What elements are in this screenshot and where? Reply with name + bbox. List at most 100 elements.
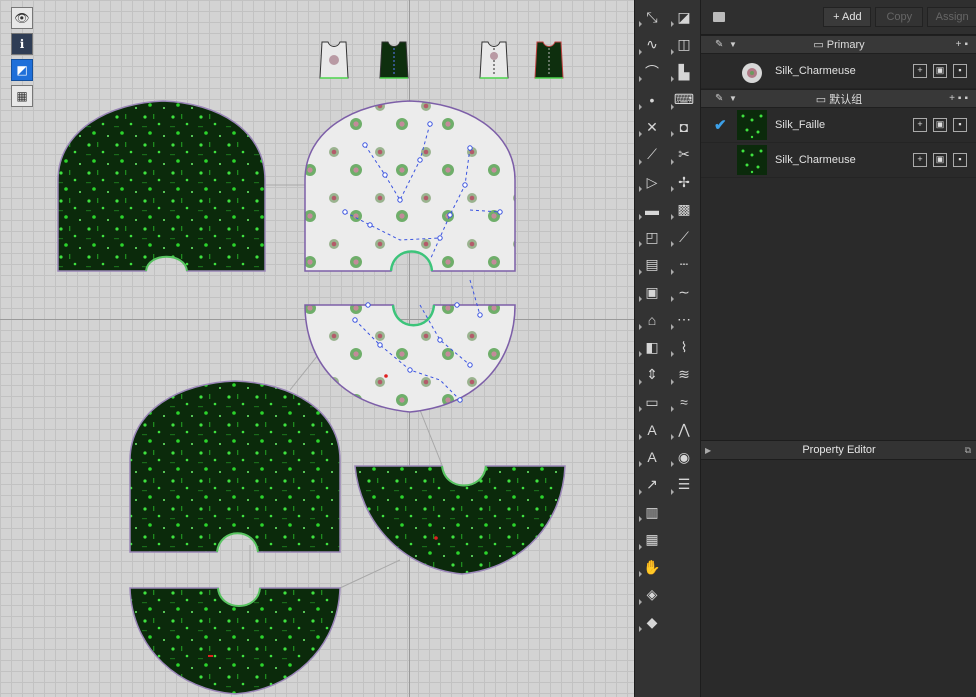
curve-line-icon[interactable]: ∼ bbox=[671, 279, 697, 305]
info-icon[interactable]: ℹ bbox=[11, 33, 33, 55]
add-icon[interactable]: + bbox=[913, 118, 927, 132]
copy-button[interactable]: Copy bbox=[875, 7, 924, 27]
group-actions[interactable]: +▪ bbox=[956, 39, 971, 50]
pattern-piece-front-lower[interactable] bbox=[129, 380, 341, 553]
texture-icon[interactable]: ▣ bbox=[933, 118, 947, 132]
texture-icon[interactable]: ▣ bbox=[933, 64, 947, 78]
text-tool-icon[interactable]: A bbox=[639, 417, 665, 443]
annotation-tool-icon[interactable]: ↗ bbox=[639, 472, 665, 498]
checkmark-icon: ✔ bbox=[714, 117, 727, 134]
pattern-piece-bottom-panel[interactable] bbox=[129, 587, 341, 695]
pattern-2d-canvas[interactable]: 👁 ℹ ◩ ▦ bbox=[0, 0, 634, 697]
button-tool-icon[interactable]: ◉ bbox=[671, 444, 697, 470]
property-editor-title: Property Editor bbox=[802, 444, 876, 456]
add-point-icon[interactable]: • bbox=[639, 87, 665, 113]
dart-tool-icon[interactable]: ⌂ bbox=[639, 307, 665, 333]
shirring-icon[interactable]: ◫ bbox=[671, 32, 697, 58]
sewing-segment-icon[interactable]: ✂ bbox=[671, 142, 697, 168]
pattern-piece-front-upper[interactable] bbox=[57, 100, 266, 272]
add-icon[interactable]: + bbox=[913, 153, 927, 167]
fabric-view-icon[interactable]: ◩ bbox=[11, 59, 33, 81]
polygon-tool-icon[interactable]: ▷ bbox=[639, 169, 665, 195]
hand-tool-icon[interactable]: ✋ bbox=[639, 554, 665, 580]
zigzag-stitch-icon[interactable]: ⋯ bbox=[671, 307, 697, 333]
popout-icon[interactable]: ⧉ bbox=[965, 445, 971, 456]
pattern-pieces-layer[interactable] bbox=[0, 0, 634, 697]
object-browser-panel: + Add Copy Assign ✎ ▼ ▭ Primary +▪ Silk_… bbox=[700, 0, 976, 697]
zipper-tool-icon[interactable]: ☰ bbox=[671, 472, 697, 498]
tool-palette: ⤡ ∿ ⌒ • ✕ ⟋ ▷ ▬ ◰ ▤ ▣ ⌂ ◧ ⇕ ▭ A A ↗ ▥ ▦ … bbox=[634, 0, 701, 697]
fabric-actions: + ▣ ▪ bbox=[913, 118, 967, 132]
iron-tool-icon[interactable]: ⌨ bbox=[671, 87, 697, 113]
folder-icon[interactable] bbox=[713, 12, 726, 22]
internal-rectangle-icon[interactable]: ▤ bbox=[639, 252, 665, 278]
free-sewing-icon[interactable]: ✢ bbox=[671, 169, 697, 195]
select-mesh-icon[interactable]: ◪ bbox=[671, 4, 697, 30]
center-point bbox=[434, 536, 438, 540]
check-sewing-icon[interactable]: ▩ bbox=[671, 197, 697, 223]
pleat-icon[interactable]: ⋀ bbox=[671, 417, 697, 443]
fabric-swatch-floral bbox=[737, 56, 767, 86]
fabric-list-item-selected[interactable]: ✔ Silk_Faille + ▣ ▪ bbox=[701, 108, 976, 143]
group-title: 默认组 bbox=[829, 93, 863, 106]
elastic-icon[interactable]: ⌇ bbox=[671, 334, 697, 360]
arrangement-point-icon[interactable]: ◆ bbox=[639, 609, 665, 635]
ruler-tool-icon[interactable]: ⇕ bbox=[639, 362, 665, 388]
pattern-piece-side-panel[interactable] bbox=[354, 465, 566, 575]
center-point bbox=[208, 655, 213, 657]
fabric-name: Silk_Charmeuse bbox=[775, 154, 856, 166]
pattern-piece-back-lower[interactable] bbox=[304, 304, 516, 413]
fabric-group-header[interactable]: ✎ ▼ ▭ Primary +▪ bbox=[701, 35, 976, 54]
measure-tool-icon[interactable]: ▭ bbox=[639, 389, 665, 415]
property-editor-header: ▶ Property Editor ⧉ bbox=[701, 440, 976, 460]
topstitch-icon[interactable]: ≋ bbox=[671, 362, 697, 388]
fabric-actions: + ▣ ▪ bbox=[913, 64, 967, 78]
folder-icon: ▭ bbox=[815, 93, 830, 106]
garment-view-icon[interactable]: ▦ bbox=[11, 85, 33, 107]
assign-button[interactable]: Assign bbox=[927, 7, 976, 27]
garment-thumbnail-back-2[interactable] bbox=[531, 40, 567, 82]
pin-tool-icon[interactable]: ▙ bbox=[671, 59, 697, 85]
edit-curvature-icon[interactable]: ∿ bbox=[639, 32, 665, 58]
internal-polygon-icon[interactable]: ◰ bbox=[639, 224, 665, 250]
seam-line-icon[interactable]: ┄ bbox=[671, 252, 697, 278]
diagonal-line-icon[interactable]: ⟋ bbox=[671, 224, 697, 250]
fabric-grain-icon[interactable]: ▦ bbox=[639, 527, 665, 553]
group-actions[interactable]: +▪▪ bbox=[949, 93, 971, 104]
center-point bbox=[384, 374, 388, 378]
group-title: Primary bbox=[826, 39, 865, 51]
text-style-icon[interactable]: A bbox=[639, 444, 665, 470]
garment-thumbnail-front[interactable] bbox=[316, 40, 352, 82]
more-icon[interactable]: ▪ bbox=[953, 153, 967, 167]
fabric-actions: + ▣ ▪ bbox=[913, 153, 967, 167]
collapse-arrow-icon[interactable]: ▶ bbox=[705, 446, 711, 455]
pattern-piece-back-upper[interactable] bbox=[304, 100, 516, 272]
fabric-group-header[interactable]: ✎ ▼ ▭ 默认组 +▪▪ bbox=[701, 89, 976, 108]
avatar-visibility-icon[interactable]: 👁 bbox=[11, 7, 33, 29]
garment-thumbnail-back[interactable] bbox=[376, 40, 412, 82]
object-browser-toolbar: + Add Copy Assign bbox=[701, 0, 976, 35]
view-tools: 👁 ℹ ◩ ▦ bbox=[11, 7, 33, 111]
fabric-list-item[interactable]: Silk_Charmeuse + ▣ ▪ bbox=[701, 54, 976, 89]
transform-pattern-icon[interactable]: ⤡ bbox=[639, 4, 665, 30]
fold-tool-icon[interactable]: ◧ bbox=[639, 334, 665, 360]
edit-curve-point-icon[interactable]: ⌒ bbox=[639, 59, 665, 85]
fold-arrangement-icon[interactable]: ◈ bbox=[639, 582, 665, 608]
cut-pattern-icon[interactable]: ✕ bbox=[639, 114, 665, 140]
garment-thumbnail-front-2[interactable] bbox=[476, 40, 512, 82]
more-icon[interactable]: ▪ bbox=[953, 64, 967, 78]
add-icon[interactable]: + bbox=[913, 64, 927, 78]
fabric-swatch-green bbox=[737, 110, 767, 140]
rectangle-tool-icon[interactable]: ▬ bbox=[639, 197, 665, 223]
add-button[interactable]: + Add bbox=[823, 7, 872, 27]
fabric-list-item[interactable]: Silk_Charmeuse + ▣ ▪ bbox=[701, 143, 976, 178]
more-icon[interactable]: ▪ bbox=[953, 118, 967, 132]
edit-point-icon[interactable]: ⟋ bbox=[639, 142, 665, 168]
grading-tool-icon[interactable]: ▥ bbox=[639, 499, 665, 525]
trace-pattern-icon[interactable]: ▣ bbox=[639, 279, 665, 305]
fabric-swatch-green bbox=[737, 145, 767, 175]
wave-stitch-icon[interactable]: ≈ bbox=[671, 389, 697, 415]
tack-tool-icon[interactable]: ◘ bbox=[671, 114, 697, 140]
texture-icon[interactable]: ▣ bbox=[933, 153, 947, 167]
fabric-name: Silk_Faille bbox=[775, 119, 826, 131]
